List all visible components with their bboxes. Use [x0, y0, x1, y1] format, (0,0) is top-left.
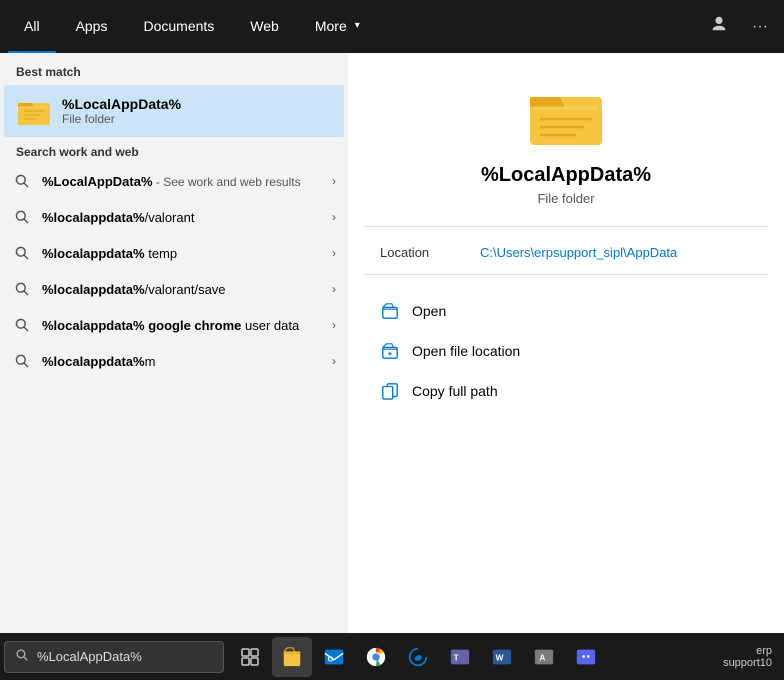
taskbar-search-icon — [15, 648, 29, 665]
taskbar: %LocalAppData% O — [0, 633, 784, 680]
search-item-5[interactable]: %localappdata% google chrome user data › — [0, 307, 348, 343]
location-label: Location — [380, 245, 480, 260]
chevron-right-icon-2: › — [332, 210, 336, 224]
word-button[interactable]: W — [482, 637, 522, 677]
svg-text:T: T — [454, 653, 459, 662]
right-panel: %LocalAppData% File folder Location C:\U… — [348, 53, 784, 633]
best-match-item[interactable]: %LocalAppData% File folder — [4, 85, 344, 137]
tab-web[interactable]: Web — [234, 0, 295, 53]
search-icon-3 — [12, 243, 32, 263]
rp-title: %LocalAppData% — [481, 164, 651, 187]
search-item-3[interactable]: %localappdata% temp › — [0, 235, 348, 271]
rp-actions: Open Open file location — [364, 291, 768, 411]
clock-date: support10 — [723, 657, 772, 669]
location-value[interactable]: C:\Users\erpsupport_sipl\AppData — [480, 245, 677, 260]
chevron-right-icon-6: › — [332, 354, 336, 368]
chrome-button[interactable] — [356, 637, 396, 677]
search-item-4-text: %localappdata%/valorant/save — [42, 282, 332, 297]
location-row: Location C:\Users\erpsupport_sipl\AppDat… — [364, 239, 768, 266]
search-icon-5 — [12, 315, 32, 335]
search-section-label: Search work and web — [0, 137, 348, 163]
clock-time: erp — [723, 645, 772, 657]
task-view-button[interactable] — [230, 637, 270, 677]
open-icon — [380, 301, 400, 321]
copy-path-action[interactable]: Copy full path — [364, 371, 768, 411]
search-icon-4 — [12, 279, 32, 299]
taskbar-search-text: %LocalAppData% — [37, 649, 142, 664]
copy-path-label: Copy full path — [412, 383, 498, 399]
open-action[interactable]: Open — [364, 291, 768, 331]
more-options-icon[interactable]: ··· — [744, 10, 776, 44]
open-file-location-icon — [380, 341, 400, 361]
search-icon-6 — [12, 351, 32, 371]
rp-subtitle: File folder — [537, 191, 594, 206]
chevron-right-icon-4: › — [332, 282, 336, 296]
chevron-right-icon-1: › — [332, 174, 336, 188]
edge-button[interactable] — [398, 637, 438, 677]
rp-divider-1 — [364, 226, 768, 227]
open-file-location-label: Open file location — [412, 343, 520, 359]
best-match-text: %LocalAppData% File folder — [62, 96, 181, 126]
search-item-2[interactable]: %localappdata%/valorant › — [0, 199, 348, 235]
outlook-button[interactable]: O — [314, 637, 354, 677]
tab-all[interactable]: All — [8, 0, 56, 53]
best-match-title: %LocalAppData% — [62, 96, 181, 112]
svg-text:W: W — [496, 653, 504, 662]
search-item-1-text: %LocalAppData% - See work and web result… — [42, 174, 332, 189]
person-icon[interactable] — [702, 7, 736, 46]
chevron-right-icon-5: › — [332, 318, 336, 332]
svg-text:A: A — [539, 653, 545, 662]
search-item-5-text: %localappdata% google chrome user data — [42, 318, 332, 333]
app-button-1[interactable]: A — [524, 637, 564, 677]
large-folder-icon — [526, 77, 606, 152]
chevron-right-icon-3: › — [332, 246, 336, 260]
search-icon-1 — [12, 171, 32, 191]
file-explorer-button[interactable] — [272, 637, 312, 677]
tab-apps[interactable]: Apps — [60, 0, 124, 53]
best-match-label: Best match — [0, 53, 348, 85]
left-panel: Best match %LocalAppData% File folder — [0, 53, 348, 633]
search-icon-2 — [12, 207, 32, 227]
main-area: Best match %LocalAppData% File folder — [0, 53, 784, 633]
tab-documents[interactable]: Documents — [127, 0, 230, 53]
chevron-down-icon: ▾ — [355, 20, 360, 31]
taskbar-search-box[interactable]: %LocalAppData% — [4, 641, 224, 673]
teams-button[interactable]: T — [440, 637, 480, 677]
copy-icon — [380, 381, 400, 401]
folder-icon — [16, 93, 52, 129]
search-item-2-text: %localappdata%/valorant — [42, 210, 332, 225]
search-item-1[interactable]: %LocalAppData% - See work and web result… — [0, 163, 348, 199]
best-match-subtitle: File folder — [62, 112, 181, 126]
discord-button[interactable] — [566, 637, 606, 677]
search-item-6[interactable]: %localappdata%m › — [0, 343, 348, 379]
svg-text:O: O — [328, 654, 334, 663]
search-item-6-text: %localappdata%m — [42, 354, 332, 369]
rp-divider-2 — [364, 274, 768, 275]
search-item-3-text: %localappdata% temp — [42, 246, 332, 261]
open-label: Open — [412, 303, 446, 319]
top-navigation: All Apps Documents Web More ▾ ··· — [0, 0, 784, 53]
open-file-location-action[interactable]: Open file location — [364, 331, 768, 371]
taskbar-clock: erp support10 — [715, 645, 780, 669]
tab-more[interactable]: More ▾ — [299, 0, 376, 53]
search-item-4[interactable]: %localappdata%/valorant/save › — [0, 271, 348, 307]
